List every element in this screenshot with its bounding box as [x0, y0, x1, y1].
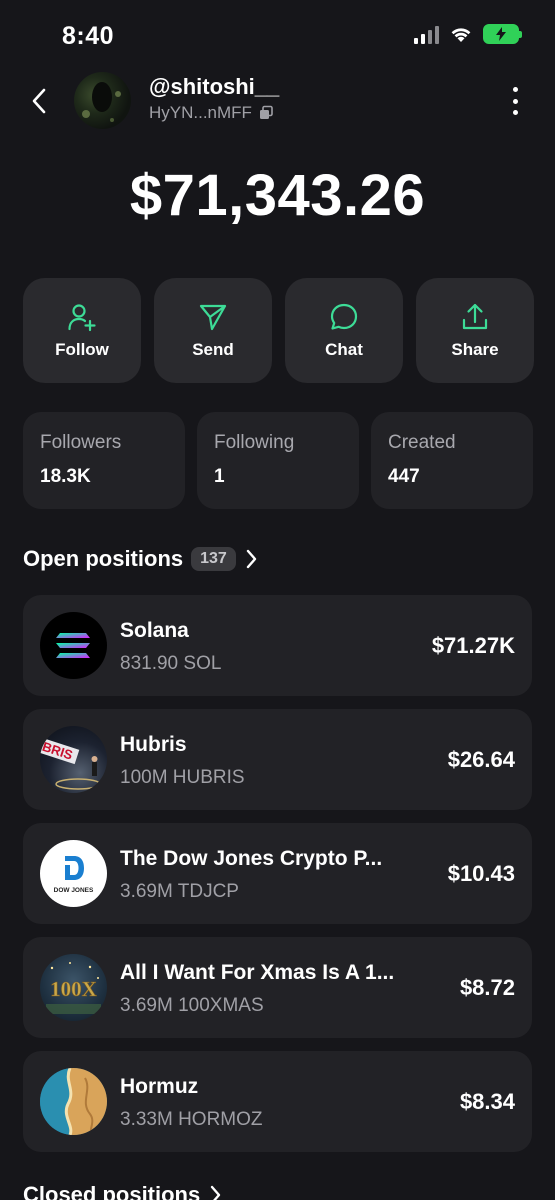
token-value: $71.27K [431, 633, 515, 658]
status-icons [414, 24, 522, 44]
token-amount: 3.69M 100XMAS [120, 995, 264, 1016]
profile-stats: Followers 18.3K Following 1 Created 447 [23, 412, 533, 509]
token-value: $8.72 [459, 975, 515, 1000]
avatar[interactable] [74, 72, 131, 129]
followers-stat[interactable]: Followers 18.3K [23, 412, 185, 509]
chevron-right-icon [211, 1185, 221, 1200]
token-value: $8.34 [459, 1089, 515, 1114]
status-time: 8:40 [62, 22, 115, 50]
stat-value: 447 [388, 466, 420, 487]
token-amount: 831.90 SOL [120, 653, 222, 674]
cellular-signal-icon [414, 24, 439, 44]
username: @shitoshi__ [149, 74, 280, 99]
position-row-hubris[interactable]: BRIS Hubris 100M HUBRIS $26.64 [23, 709, 532, 810]
100x-icon-text: 100X [50, 977, 97, 1001]
following-stat[interactable]: Following 1 [197, 412, 359, 509]
stat-label: Followers [40, 432, 122, 453]
send-label: Send [192, 339, 234, 359]
solana-logo-icon [40, 612, 107, 679]
closed-positions-header[interactable]: Closed positions [23, 1182, 222, 1200]
action-buttons: Follow Send Chat Share [23, 278, 534, 383]
token-amount: 3.33M HORMOZ [120, 1109, 263, 1130]
chevron-right-icon [246, 549, 257, 569]
open-positions-list: Solana 831.90 SOL $71.27K BRIS Hubris 10… [23, 595, 532, 1165]
section-title: Open positions [23, 546, 184, 571]
send-button[interactable]: Send [154, 278, 272, 383]
send-icon [199, 304, 227, 330]
token-name: Hubris [120, 733, 187, 756]
hormuz-logo-icon [40, 1068, 107, 1135]
token-value: $10.43 [447, 861, 515, 886]
share-label: Share [451, 339, 499, 359]
back-button[interactable] [24, 84, 54, 118]
chevron-left-icon [32, 88, 46, 114]
token-name: Solana [120, 619, 189, 642]
battery-charging-icon [483, 24, 522, 44]
positions-count-badge: 137 [191, 547, 236, 571]
status-bar: 8:40 [0, 0, 555, 70]
token-name: The Dow Jones Crypto P... [120, 847, 383, 870]
hubris-logo-icon: BRIS [40, 726, 107, 793]
token-amount: 3.69M TDJCP [120, 881, 239, 902]
open-positions-header[interactable]: Open positions 137 [23, 546, 258, 572]
chat-button[interactable]: Chat [285, 278, 403, 383]
position-row-100xmas[interactable]: 100X All I Want For Xmas Is A 1... 3.69M… [23, 937, 532, 1038]
token-name: Hormuz [120, 1075, 199, 1098]
position-row-hormuz[interactable]: Hormuz 3.33M HORMOZ $8.34 [23, 1051, 532, 1152]
share-icon [462, 303, 488, 329]
total-balance: $71,343.26 [129, 163, 426, 228]
token-value: $26.64 [447, 747, 515, 772]
chat-bubble-icon [330, 303, 358, 330]
more-options-button[interactable] [505, 86, 525, 116]
created-stat[interactable]: Created 447 [371, 412, 533, 509]
section-title: Closed positions [23, 1182, 201, 1200]
copy-icon[interactable] [258, 105, 274, 121]
share-button[interactable]: Share [416, 278, 534, 383]
position-row-solana[interactable]: Solana 831.90 SOL $71.27K [23, 595, 532, 696]
chat-label: Chat [325, 339, 363, 359]
dow-jones-icon-text: DOW JONES [54, 887, 94, 894]
stat-label: Following [214, 432, 295, 453]
profile-header: @shitoshi__ HyYN...nMFF [0, 70, 555, 132]
xmas-100x-logo-icon: 100X [40, 954, 107, 1021]
follow-button[interactable]: Follow [23, 278, 141, 383]
dow-jones-logo-icon: DOW JONES [40, 840, 107, 907]
stat-label: Created [388, 432, 456, 453]
follow-label: Follow [55, 339, 109, 359]
token-name: All I Want For Xmas Is A 1... [120, 961, 395, 984]
wifi-icon [451, 28, 471, 42]
token-amount: 100M HUBRIS [120, 767, 245, 788]
wallet-address-row[interactable]: HyYN...nMFF [149, 103, 274, 123]
stat-value: 18.3K [40, 466, 91, 487]
user-plus-icon [68, 303, 96, 331]
hubris-icon-text: BRIS [40, 739, 74, 763]
wallet-address: HyYN...nMFF [149, 103, 252, 122]
position-row-dow-jones[interactable]: DOW JONES The Dow Jones Crypto P... 3.69… [23, 823, 532, 924]
stat-value: 1 [214, 466, 225, 487]
